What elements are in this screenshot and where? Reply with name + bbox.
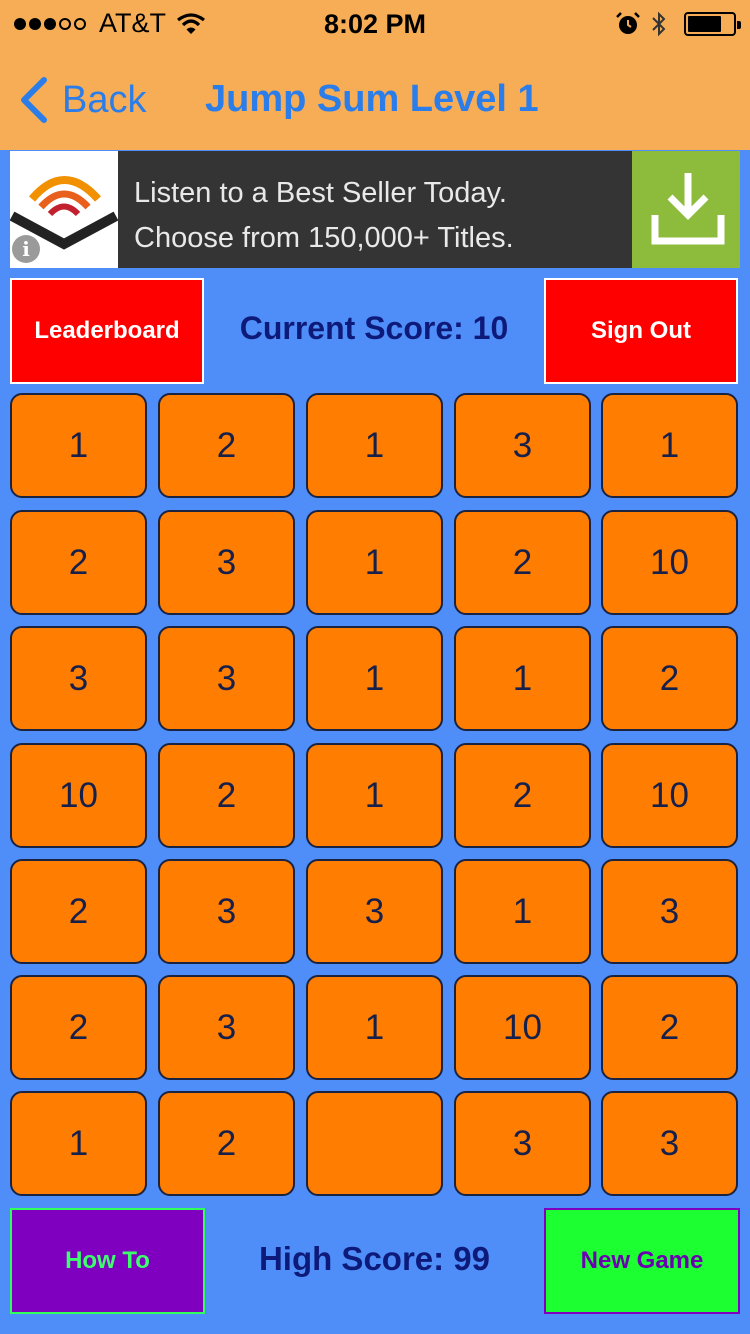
board-tile[interactable]: 2 [158, 393, 295, 498]
chevron-left-icon [21, 77, 47, 123]
board-tile[interactable]: 2 [158, 743, 295, 848]
board-tile[interactable]: 1 [306, 510, 443, 615]
board-tile[interactable]: 3 [10, 626, 147, 731]
alarm-clock-icon [616, 12, 640, 34]
board-tile[interactable]: 3 [158, 859, 295, 964]
sign-out-button[interactable]: Sign Out [544, 278, 738, 384]
board-tile[interactable]: 3 [158, 975, 295, 1080]
board-tile[interactable]: 2 [601, 975, 738, 1080]
board-tile[interactable]: 2 [158, 1091, 295, 1196]
audible-logo-icon: i [9, 151, 119, 268]
board-tile[interactable]: 3 [306, 859, 443, 964]
ad-line-2: Choose from 150,000+ Titles. [134, 222, 514, 254]
board-tile[interactable]: 3 [601, 1091, 738, 1196]
board-tile[interactable]: 10 [10, 743, 147, 848]
board-tile[interactable]: 1 [10, 1091, 147, 1196]
battery-fill [688, 16, 721, 32]
board-tile[interactable]: 1 [10, 393, 147, 498]
board-tile[interactable]: 10 [601, 510, 738, 615]
ad-text: Listen to a Best Seller Today. Choose fr… [134, 171, 514, 261]
board-tile[interactable]: 3 [601, 859, 738, 964]
page-title: Jump Sum Level 1 [205, 78, 539, 120]
board-tile[interactable]: 2 [10, 975, 147, 1080]
current-score: Current Score: 10 [239, 310, 509, 346]
board-tile[interactable]: 3 [158, 510, 295, 615]
status-right [616, 10, 741, 38]
how-to-button[interactable]: How To [10, 1208, 205, 1314]
board-tile[interactable]: 3 [454, 1091, 591, 1196]
board-tile[interactable]: 10 [454, 975, 591, 1080]
board-tile[interactable]: 3 [454, 393, 591, 498]
battery-icon [684, 12, 741, 36]
board-tile[interactable]: 1 [306, 393, 443, 498]
status-bar: AT&T 8:02 PM [0, 0, 750, 48]
board-tile[interactable]: 2 [454, 743, 591, 848]
board-tile[interactable]: 2 [601, 626, 738, 731]
board-tile[interactable]: 1 [306, 626, 443, 731]
battery-cap [737, 21, 741, 29]
board-tile[interactable]: 10 [601, 743, 738, 848]
high-score: High Score: 99 [258, 1240, 491, 1277]
board-tile[interactable]: 1 [454, 626, 591, 731]
ad-download-button[interactable] [632, 151, 740, 268]
ad-line-1: Listen to a Best Seller Today. [134, 177, 507, 209]
download-icon [651, 173, 725, 245]
back-label: Back [62, 78, 147, 121]
board-tile[interactable]: 3 [158, 626, 295, 731]
new-game-button[interactable]: New Game [544, 1208, 740, 1314]
top-bar: AT&T 8:02 PM Back Jump Sum Level 1 [0, 0, 750, 150]
navigation-bar: Back Jump Sum Level 1 [0, 50, 750, 150]
board-tile[interactable]: 2 [454, 510, 591, 615]
back-button[interactable]: Back [18, 76, 146, 124]
leaderboard-button[interactable]: Leaderboard [10, 278, 204, 384]
ad-banner[interactable]: i Listen to a Best Seller Today. Choose … [9, 151, 740, 268]
board-tile[interactable] [306, 1091, 443, 1196]
board-tile[interactable]: 2 [10, 859, 147, 964]
board-tile[interactable]: 1 [601, 393, 738, 498]
board-tile[interactable]: 2 [10, 510, 147, 615]
bluetooth-icon [652, 11, 666, 37]
board-tile[interactable]: 1 [306, 975, 443, 1080]
ad-info-icon[interactable]: i [12, 235, 40, 263]
board-tile[interactable]: 1 [306, 743, 443, 848]
board-tile[interactable]: 1 [454, 859, 591, 964]
